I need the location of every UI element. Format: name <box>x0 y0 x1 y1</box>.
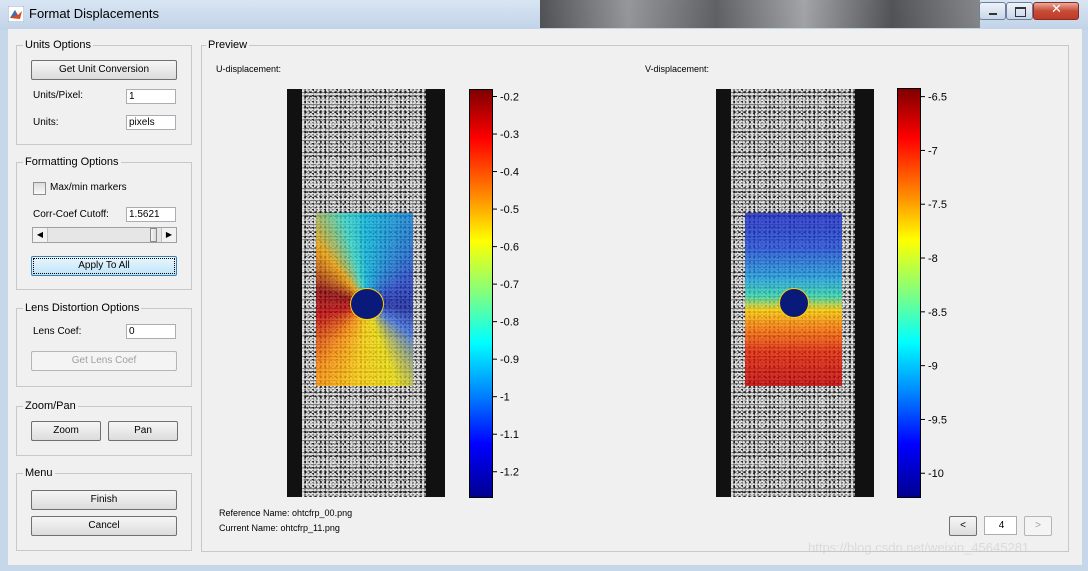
v-colorbar-tick-label: -7.5 <box>928 199 947 211</box>
close-button[interactable]: ✕ <box>1033 2 1079 20</box>
lens-distortion-panel <box>16 308 192 387</box>
v-displacement-label: V-displacement: <box>645 64 710 74</box>
v-colorbar-tick-label: -6.5 <box>928 92 947 104</box>
minimize-button[interactable] <box>979 2 1006 20</box>
v-displacement-image[interactable] <box>716 89 874 497</box>
minimize-icon <box>989 13 997 15</box>
maximize-icon <box>1015 7 1026 17</box>
units-per-pixel-field[interactable]: 1 <box>126 89 176 104</box>
u-colorbar-tick-label: -0.8 <box>500 317 519 329</box>
cancel-button[interactable]: Cancel <box>31 516 177 536</box>
slider-right-arrow-icon[interactable]: ▶ <box>161 228 176 242</box>
menu-title: Menu <box>23 467 55 479</box>
slider-thumb[interactable] <box>149 228 157 242</box>
get-lens-coef-button[interactable]: Get Lens Coef <box>31 351 177 371</box>
next-frame-button[interactable]: > <box>1024 516 1052 536</box>
close-icon: ✕ <box>1051 2 1062 17</box>
v-colorbar-tick-label: -9.5 <box>928 414 947 426</box>
lens-distortion-title: Lens Distortion Options <box>23 302 142 314</box>
u-colorbar-tick-label: -0.5 <box>500 204 519 216</box>
current-name-text: Current Name: ohtcfrp_11.png <box>219 523 340 533</box>
apply-to-all-button[interactable]: Apply To All <box>31 256 177 276</box>
u-colorbar-tick-label: -0.7 <box>500 279 519 291</box>
v-colorbar-ticks: -6.5 -7 -7.5 -8 -8.5 -9 -9.5 -10 <box>921 92 947 480</box>
u-colorbar-tick-label: -0.2 <box>500 92 519 104</box>
units-label: Units: <box>33 117 59 128</box>
u-displacement-image[interactable] <box>287 89 445 497</box>
formatting-options-title: Formatting Options <box>23 156 121 168</box>
preview-title: Preview <box>206 39 250 51</box>
u-colorbar <box>469 89 493 498</box>
slider-left-arrow-icon[interactable]: ◀ <box>33 228 48 242</box>
window-title: Format Displacements <box>29 6 160 21</box>
maximize-button[interactable] <box>1006 2 1033 20</box>
previous-frame-button[interactable]: < <box>949 516 977 536</box>
frame-number-field[interactable]: 4 <box>984 516 1017 535</box>
matlab-app-icon <box>7 5 25 23</box>
corr-coef-cutoff-label: Corr-Coef Cutoff: <box>33 209 109 220</box>
max-min-markers-checkbox[interactable] <box>33 182 46 195</box>
units-field[interactable]: pixels <box>126 115 176 130</box>
lens-coef-label: Lens Coef: <box>33 326 82 337</box>
v-colorbar <box>897 88 921 498</box>
finish-button[interactable]: Finish <box>31 490 177 510</box>
watermark: https://blog.csdn.net/weixin_45645281 <box>808 540 1030 555</box>
pan-button[interactable]: Pan <box>108 421 178 441</box>
v-colorbar-tick-label: -8.5 <box>928 307 947 319</box>
menu-panel <box>16 473 192 551</box>
corr-coef-slider[interactable]: ◀ ▶ <box>32 227 177 243</box>
u-colorbar-tick-label: -1 <box>500 392 510 404</box>
u-hole <box>350 288 384 320</box>
get-unit-conversion-button[interactable]: Get Unit Conversion <box>31 60 177 80</box>
u-colorbar-tick-label: -1.1 <box>500 429 519 441</box>
u-colorbar-ticks: -0.2 -0.3 -0.4 -0.5 -0.6 -0.7 -0.8 -0.9 -1 -1.1 -1… <box>493 92 519 479</box>
v-colorbar-tick-label: -7 <box>928 145 938 157</box>
v-hole <box>779 288 809 318</box>
reference-name-text: Reference Name: ohtcfrp_00.png <box>219 508 353 518</box>
corr-coef-cutoff-field[interactable]: 1.5621 <box>126 207 176 222</box>
v-colorbar-tick-label: -8 <box>928 253 938 265</box>
background-behind-title <box>540 0 980 28</box>
u-colorbar-tick-label: -1.2 <box>500 467 519 479</box>
u-colorbar-tick-label: -0.4 <box>500 167 519 179</box>
lens-coef-field[interactable]: 0 <box>126 324 176 339</box>
u-colorbar-tick-label: -0.6 <box>500 242 519 254</box>
u-colorbar-tick-label: -0.3 <box>500 129 519 141</box>
units-options-title: Units Options <box>23 39 94 51</box>
zoom-pan-title: Zoom/Pan <box>23 400 78 412</box>
max-min-markers-label: Max/min markers <box>50 182 127 193</box>
v-colorbar-tick-label: -9 <box>928 361 938 373</box>
v-colorbar-tick-label: -10 <box>928 468 944 480</box>
units-per-pixel-label: Units/Pixel: <box>33 90 84 101</box>
zoom-button[interactable]: Zoom <box>31 421 101 441</box>
u-colorbar-tick-label: -0.9 <box>500 354 519 366</box>
u-displacement-label: U-displacement: <box>216 64 282 74</box>
